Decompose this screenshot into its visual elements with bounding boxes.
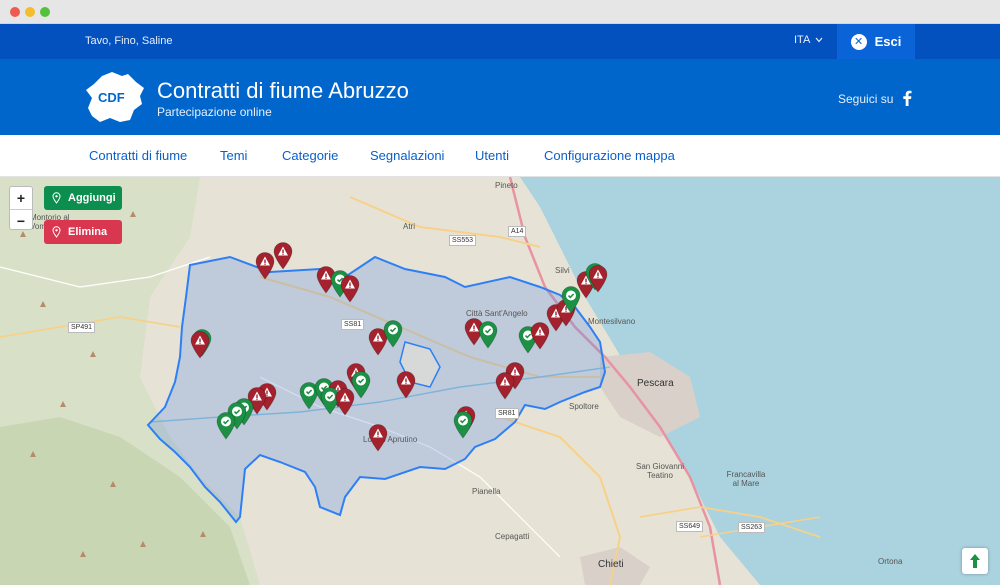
place-label: Ortona [878,557,903,566]
exit-label: Esci [874,34,902,49]
warning-marker-icon[interactable] [273,242,293,270]
site-header: CDF Contratti di fiume Abruzzo Partecipa… [0,59,1000,135]
road-label: SS81 [341,319,365,330]
facebook-icon[interactable] [900,90,914,106]
place-label: Pescara [637,378,674,389]
zoom-in-button[interactable]: + [10,187,32,209]
nav-segnalazioni[interactable]: Segnalazioni [370,148,444,163]
close-icon: ✕ [850,33,867,50]
arrow-up-icon [970,554,980,568]
resolved-marker-icon[interactable] [478,321,498,349]
warning-marker-icon[interactable] [396,371,416,399]
nav-temi[interactable]: Temi [220,148,247,163]
warning-marker-icon[interactable] [335,388,355,416]
chevron-down-icon [815,37,823,43]
road-label: SS263 [738,522,766,533]
nav-configurazione-mappa[interactable]: Configurazione mappa [544,148,675,163]
road-label: SS649 [676,521,704,532]
place-label: Cepagatti [495,532,530,541]
road-label: SP491 [68,322,96,333]
language-selector[interactable]: ITA [794,34,823,46]
warning-marker-icon[interactable] [340,275,360,303]
place-label: Montesilvano [588,317,636,326]
add-label: Aggiungi [68,192,116,204]
warning-marker-icon[interactable] [255,252,275,280]
place-label: Pianella [472,487,501,496]
road-label: A14 [508,226,527,237]
region-logo[interactable]: CDF [84,70,146,124]
resolved-marker-icon[interactable] [453,411,473,439]
scroll-to-top-button[interactable] [962,548,988,574]
road-label: SS553 [449,235,477,246]
resolved-marker-icon[interactable] [216,412,236,440]
site-title[interactable]: Contratti di fiume Abruzzo [157,78,409,104]
warning-marker-icon[interactable] [368,424,388,452]
nav-contratti-di-fiume[interactable]: Contratti di fiume [89,148,187,163]
map-view[interactable]: Pineto Atri Silvi Città Sant'Angelo Mont… [0,177,1000,585]
window-close-dot[interactable] [10,7,20,17]
road-label: SR81 [495,408,519,419]
add-marker-button[interactable]: Aggiungi [44,186,122,210]
river-basin-area [146,255,607,524]
place-label: Chieti [598,559,624,570]
language-label: ITA [794,34,811,46]
place-label: Città Sant'Angelo [466,309,528,318]
nav-categorie[interactable]: Categorie [282,148,338,163]
place-label: Francavilla al Mare [726,470,766,488]
follow-label: Seguici su [838,92,894,106]
top-bar: Tavo, Fino, Saline ITA ✕ Esci [0,24,1000,59]
place-label: Pineto [495,181,518,190]
warning-marker-icon[interactable] [588,265,608,293]
warning-marker-icon[interactable] [190,331,210,359]
zoom-control: + − [9,186,33,230]
resolved-marker-icon[interactable] [383,320,403,348]
map-pin-icon [52,192,61,204]
zoom-out-button[interactable]: − [10,209,32,231]
place-label: Spoltore [569,402,599,411]
warning-marker-icon[interactable] [495,372,515,400]
place-label: San Giovanni Teatino [635,462,685,480]
remove-marker-button[interactable]: Elimina [44,220,122,244]
main-nav: Contratti di fiume Temi Categorie Segnal… [0,135,1000,177]
nav-utenti[interactable]: Utenti [475,148,509,163]
remove-label: Elimina [68,226,108,238]
place-label: Silvi [555,266,570,275]
exit-button[interactable]: ✕ Esci [837,24,915,59]
site-subtitle: Partecipazione online [157,105,272,119]
ss553-road [349,196,541,248]
window-minimize-dot[interactable] [25,7,35,17]
map-pin-icon [52,226,61,238]
location-label: Tavo, Fino, Saline [85,35,173,47]
window-maximize-dot[interactable] [40,7,50,17]
logo-text: CDF [98,90,125,105]
place-label: Atri [403,222,415,231]
browser-chrome [0,0,1000,24]
